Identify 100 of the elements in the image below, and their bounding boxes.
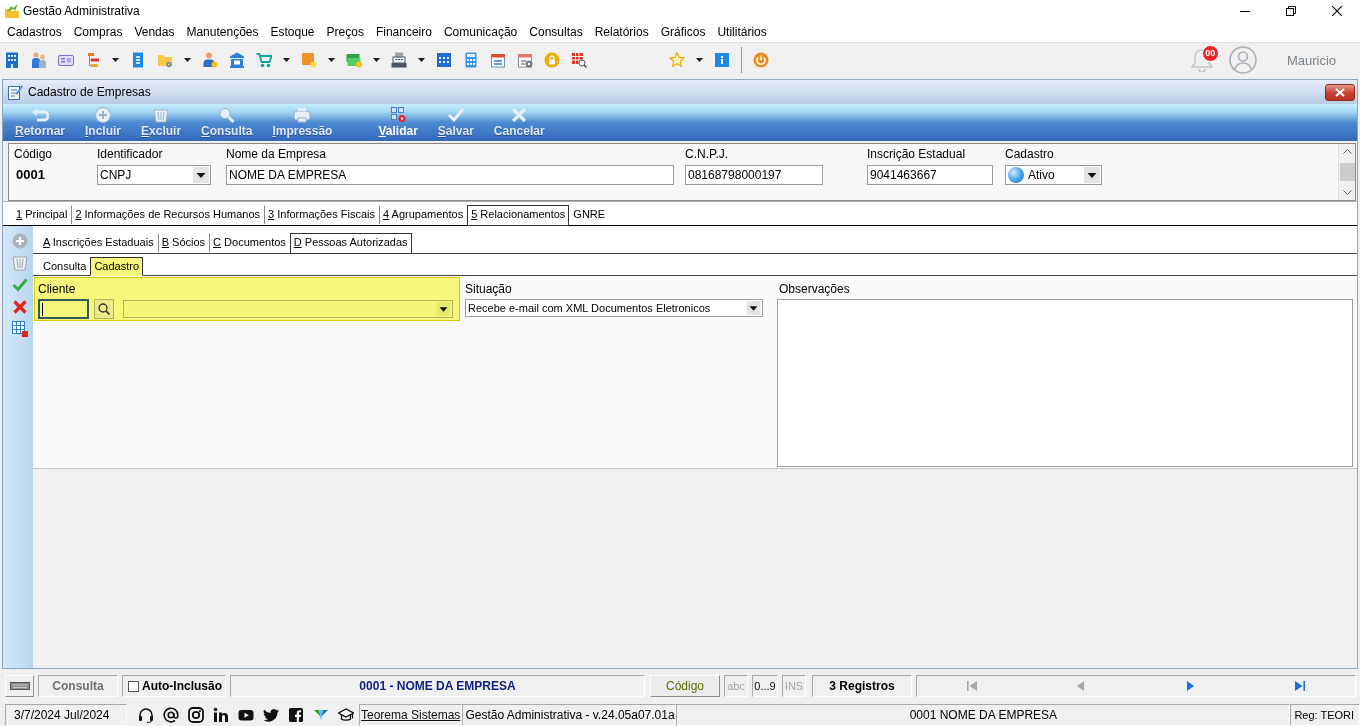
- check-icon: [446, 107, 465, 123]
- check-icon[interactable]: [12, 277, 28, 293]
- grid-gear-icon: [389, 107, 408, 123]
- observations-field[interactable]: [777, 299, 1353, 467]
- dropdown[interactable]: CNPJ: [97, 165, 211, 185]
- folder-icon[interactable]: [157, 52, 173, 68]
- field-label: Cliente: [38, 282, 77, 297]
- caret-icon[interactable]: [418, 58, 425, 62]
- menu-item[interactable]: Cadastros: [1, 22, 68, 42]
- table-search-icon[interactable]: [571, 52, 587, 68]
- tab[interactable]: A Inscrições Estaduais: [39, 233, 158, 252]
- keyboard-icon[interactable]: [9, 682, 30, 690]
- tab[interactable]: 2 Informações de Recursos Humanos: [71, 205, 265, 224]
- notification-badge: 00: [1201, 45, 1219, 62]
- calendar-icon[interactable]: [436, 52, 452, 68]
- field-label: Inscrição Estadual: [867, 147, 967, 161]
- cart-icon[interactable]: [256, 52, 272, 68]
- value-text: 0001: [15, 166, 46, 184]
- instagram-icon[interactable]: [188, 707, 204, 723]
- chevron-up-icon[interactable]: [1342, 149, 1352, 154]
- search-button[interactable]: [94, 299, 114, 319]
- facebook-icon[interactable]: [288, 707, 304, 723]
- caret-icon[interactable]: [373, 58, 380, 62]
- field-label: Código: [14, 147, 54, 161]
- restore-icon[interactable]: [1286, 6, 1296, 16]
- field-label: Nome da Empresa: [226, 147, 328, 161]
- toolbar-button[interactable]: Validar: [368, 104, 428, 141]
- checkbox[interactable]: [128, 680, 139, 692]
- chevron-down-icon[interactable]: [1342, 190, 1352, 195]
- tab[interactable]: GNRE: [569, 205, 610, 224]
- code-field[interactable]: [38, 299, 89, 319]
- text-field[interactable]: 08168798000197: [685, 165, 823, 185]
- menu-item[interactable]: Relatórios: [588, 22, 655, 42]
- field-label: Observações: [779, 282, 851, 297]
- text-field[interactable]: 9041463667: [867, 165, 993, 185]
- website-link[interactable]: Teorema Sistemas: [359, 704, 463, 726]
- id-card-icon[interactable]: [58, 52, 74, 68]
- calendar-icon[interactable]: [490, 52, 506, 68]
- bell-icon[interactable]: [1190, 48, 1213, 72]
- linkedin-icon[interactable]: [213, 707, 229, 723]
- menu-item[interactable]: Preços: [320, 22, 370, 42]
- key-indicator: abc: [724, 675, 748, 697]
- youtube-icon[interactable]: [238, 707, 254, 723]
- caret-icon[interactable]: [184, 58, 191, 62]
- headset-icon[interactable]: [138, 707, 154, 723]
- menu-item[interactable]: Compras: [67, 22, 129, 42]
- caret-icon[interactable]: [283, 58, 290, 62]
- tab[interactable]: D Pessoas Autorizadas: [289, 233, 412, 254]
- money-icon[interactable]: [346, 52, 362, 68]
- scrollbar[interactable]: [1338, 144, 1355, 200]
- person-icon[interactable]: [202, 52, 218, 68]
- menu-item[interactable]: Gráficos: [654, 22, 712, 42]
- key-indicator: INS: [782, 675, 806, 697]
- building-icon[interactable]: [4, 52, 20, 68]
- at-sign-icon[interactable]: [163, 707, 179, 723]
- menu-item[interactable]: Financeiro: [369, 22, 438, 42]
- graduation-cap-icon[interactable]: [338, 707, 354, 723]
- field-label: Identificador: [97, 147, 164, 161]
- dropdown[interactable]: Ativo: [1005, 165, 1102, 185]
- tab[interactable]: B Sócios: [157, 233, 210, 252]
- tab[interactable]: C Documentos: [209, 233, 290, 252]
- close-button[interactable]: [1325, 83, 1355, 101]
- version-text: Gestão Administrativa - v.24.05a07.01a: [462, 704, 677, 726]
- tab[interactable]: Cadastro: [90, 257, 144, 276]
- caret-icon[interactable]: [112, 58, 119, 62]
- menu-item[interactable]: Estoque: [264, 22, 321, 42]
- document-icon[interactable]: [130, 52, 146, 68]
- tab[interactable]: 1 Principal: [12, 205, 72, 224]
- dropdown[interactable]: Recebe e-mail com XML Documentos Eletronicos: [465, 299, 763, 317]
- grid-icon[interactable]: [12, 321, 28, 337]
- sort-field-button[interactable]: Código: [650, 675, 720, 697]
- x-icon[interactable]: [12, 299, 28, 315]
- menu-item[interactable]: Manutenções: [180, 22, 265, 42]
- tab[interactable]: Consulta: [39, 257, 91, 276]
- calculator-icon[interactable]: [463, 52, 479, 68]
- caret-icon[interactable]: [328, 58, 335, 62]
- hierarchy-icon[interactable]: [85, 52, 101, 68]
- info-icon[interactable]: [714, 52, 730, 68]
- tab[interactable]: 3 Informações Fiscais: [264, 205, 380, 224]
- tab[interactable]: 5 Relacionamentos: [467, 205, 570, 226]
- people-icon[interactable]: [31, 52, 47, 68]
- next-icon[interactable]: [1185, 681, 1196, 691]
- ball-icon: [1008, 167, 1024, 183]
- key-indicator: 0...9: [752, 675, 778, 697]
- menu-item[interactable]: Vendas: [128, 22, 181, 42]
- close-icon[interactable]: [1332, 6, 1342, 16]
- text-field[interactable]: NOME DA EMPRESA: [226, 165, 674, 185]
- last-icon[interactable]: [1295, 681, 1306, 691]
- cash-register-icon[interactable]: [391, 52, 407, 68]
- bank-icon[interactable]: [229, 52, 245, 68]
- menu-item[interactable]: Consultas: [523, 22, 589, 42]
- app-logo-icon: [4, 3, 20, 19]
- caret-icon[interactable]: [696, 58, 703, 62]
- calendar-gear-icon[interactable]: [517, 52, 533, 68]
- menu-item[interactable]: Utilitários: [711, 22, 773, 42]
- power-icon[interactable]: [753, 52, 769, 68]
- minimize-icon[interactable]: [1240, 10, 1250, 12]
- twitter-icon[interactable]: [263, 707, 279, 723]
- star-icon[interactable]: [669, 52, 685, 68]
- menu-item[interactable]: Comunicação: [437, 22, 524, 42]
